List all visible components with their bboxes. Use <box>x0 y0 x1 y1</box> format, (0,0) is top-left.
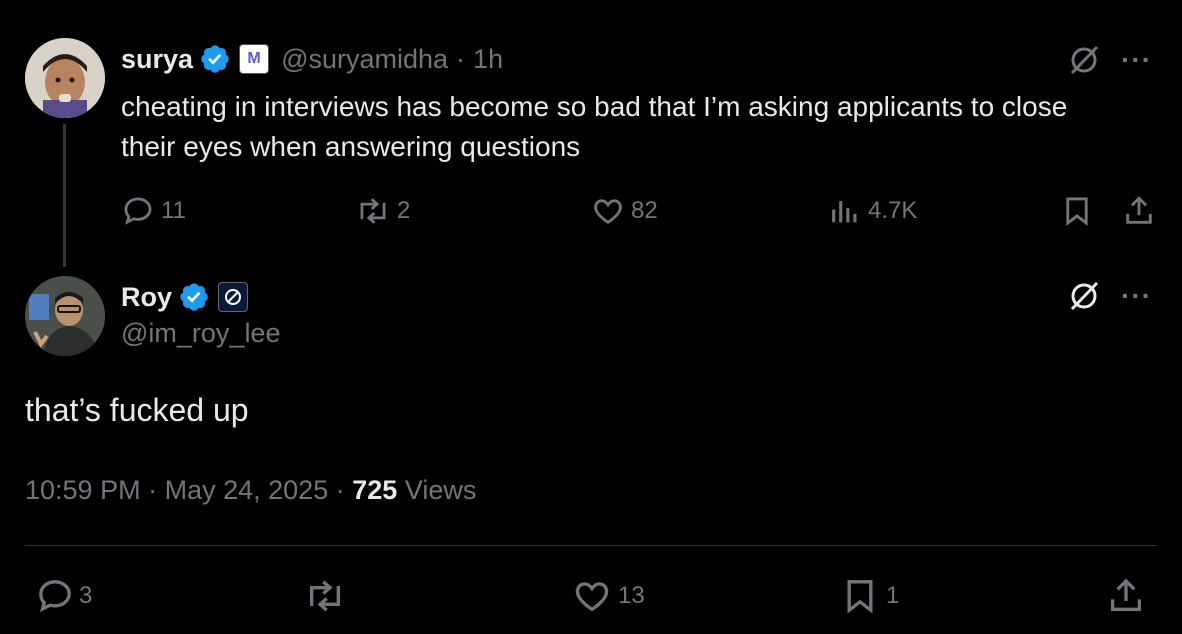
verified-badge-icon <box>178 281 210 313</box>
handle[interactable]: @im_roy_lee <box>121 318 280 349</box>
analytics-icon <box>832 201 857 223</box>
reply-count: 11 <box>161 197 186 224</box>
views-count: 725 <box>352 475 398 505</box>
share-button[interactable] <box>1106 576 1146 621</box>
bookmark-button[interactable] <box>1060 194 1094 233</box>
share-icon <box>1126 196 1152 224</box>
tweet-text: that’s fucked up <box>25 392 249 428</box>
more-options-icon[interactable]: ··· <box>1121 44 1152 76</box>
avatar[interactable] <box>25 38 105 118</box>
reply-button[interactable]: 11 <box>121 194 186 228</box>
like-button[interactable]: 13 <box>572 576 645 616</box>
views-label: Views <box>404 475 477 505</box>
bookmark-icon <box>1066 197 1088 226</box>
timestamp[interactable]: 10:59 PM <box>25 475 141 505</box>
heart-icon <box>594 199 622 224</box>
tweet-text: cheating in interviews has become so bad… <box>121 91 1068 162</box>
affiliate-badge-icon[interactable]: M <box>239 44 270 74</box>
author-name[interactable]: Roy <box>121 282 172 313</box>
reply-button[interactable]: 3 <box>35 576 92 616</box>
repost-button[interactable]: 2 <box>355 194 410 228</box>
thread-line <box>63 124 66 267</box>
repost-icon <box>360 198 386 224</box>
avatar[interactable] <box>25 276 105 356</box>
bookmark-count: 1 <box>886 582 900 609</box>
affiliate-badge-icon[interactable] <box>218 282 249 312</box>
like-button[interactable]: 82 <box>591 194 658 228</box>
bookmark-icon <box>847 580 873 614</box>
share-icon <box>1111 578 1141 611</box>
more-options-icon[interactable]: ··· <box>1121 280 1152 312</box>
reply-count: 3 <box>79 582 93 609</box>
grok-icon[interactable] <box>1066 42 1102 83</box>
handle[interactable]: @suryamidha <box>281 44 448 75</box>
grok-icon[interactable] <box>1066 278 1102 319</box>
separator: · <box>335 475 345 505</box>
like-count: 82 <box>631 197 658 224</box>
verified-badge-icon <box>199 43 231 75</box>
divider <box>25 545 1157 546</box>
like-count: 13 <box>618 582 645 609</box>
repost-button[interactable] <box>303 576 347 616</box>
reply-icon <box>39 580 71 613</box>
bookmark-button[interactable]: 1 <box>840 576 899 616</box>
date[interactable]: May 24, 2025 <box>165 475 329 505</box>
tweet-metadata: 10:59 PM · May 24, 2025 · 725 Views <box>25 475 476 506</box>
separator: · <box>148 475 158 505</box>
repost-count: 2 <box>397 197 411 224</box>
views-count: 4.7K <box>868 197 918 224</box>
affiliate-badge-label: M <box>247 50 261 67</box>
repost-icon <box>310 580 340 612</box>
author-name[interactable]: surya <box>121 44 193 75</box>
heart-icon <box>575 582 609 612</box>
timestamp[interactable]: 1h <box>473 44 503 75</box>
separator: · <box>456 43 466 74</box>
reply-icon <box>124 197 152 225</box>
views-button[interactable]: 4.7K <box>828 194 917 228</box>
share-button[interactable] <box>1122 194 1156 233</box>
